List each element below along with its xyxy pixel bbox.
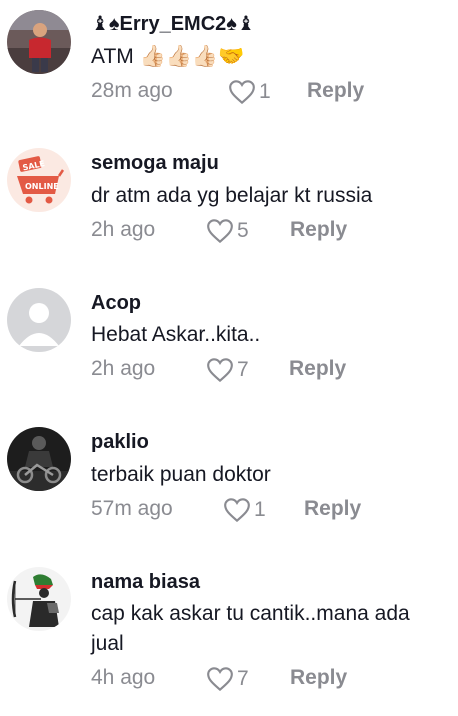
like-button[interactable]: 7 (205, 666, 249, 692)
like-count: 5 (237, 219, 249, 242)
heart-icon (207, 358, 233, 383)
heart-icon (229, 80, 255, 105)
heart-icon (224, 498, 250, 523)
comment-text: terbaik puan doktor (91, 463, 271, 486)
username[interactable]: paklio (91, 431, 149, 454)
avatar[interactable] (7, 10, 71, 74)
person-photo-avatar-icon (7, 10, 71, 74)
like-count: 7 (237, 667, 249, 690)
like-count: 1 (259, 80, 271, 103)
avatar[interactable] (7, 288, 71, 352)
comment-text: dr atm ada yg belajar kt russia (91, 184, 373, 207)
comment-text: ATM 👍🏻👍🏻👍🏻🤝 (91, 45, 245, 68)
comment-text: Hebat Askar..kita.. (91, 323, 261, 346)
timestamp: 28m ago (91, 79, 173, 102)
reply-button[interactable]: Reply (289, 357, 346, 381)
like-button[interactable]: 1 (222, 497, 266, 523)
like-button[interactable]: 1 (227, 79, 271, 105)
like-count: 7 (237, 358, 249, 381)
avatar[interactable] (7, 567, 71, 631)
heart-icon (207, 667, 233, 692)
reply-button[interactable]: Reply (290, 218, 347, 242)
timestamp: 57m ago (91, 497, 173, 520)
timestamp: 4h ago (91, 666, 156, 689)
timestamp: 2h ago (91, 357, 156, 380)
reply-button[interactable]: Reply (290, 666, 347, 690)
comment-text: cap kak askar tu cantik..mana ada jual (91, 602, 410, 655)
heart-icon (207, 219, 233, 244)
like-count: 1 (254, 498, 266, 521)
username[interactable]: semoga maju (91, 152, 219, 175)
like-button[interactable]: 5 (205, 218, 249, 244)
avatar[interactable]: SALE ONLINE (7, 148, 71, 212)
online-banner-label: ONLINE (25, 182, 59, 191)
motorcycle-rider-avatar-icon (7, 427, 71, 491)
reply-button[interactable]: Reply (307, 79, 364, 103)
avatar[interactable] (7, 427, 71, 491)
timestamp: 2h ago (91, 218, 156, 241)
like-button[interactable]: 7 (205, 357, 249, 383)
username[interactable]: Acop (91, 292, 141, 315)
username[interactable]: nama biasa (91, 571, 200, 594)
reply-button[interactable]: Reply (304, 497, 361, 521)
username[interactable]: ♝♠Erry_EMC2♠♝ (91, 11, 255, 36)
sale-online-cart-avatar-icon: SALE ONLINE (7, 148, 71, 212)
archer-with-flag-avatar-icon (7, 567, 71, 631)
default-avatar-icon (7, 288, 71, 352)
